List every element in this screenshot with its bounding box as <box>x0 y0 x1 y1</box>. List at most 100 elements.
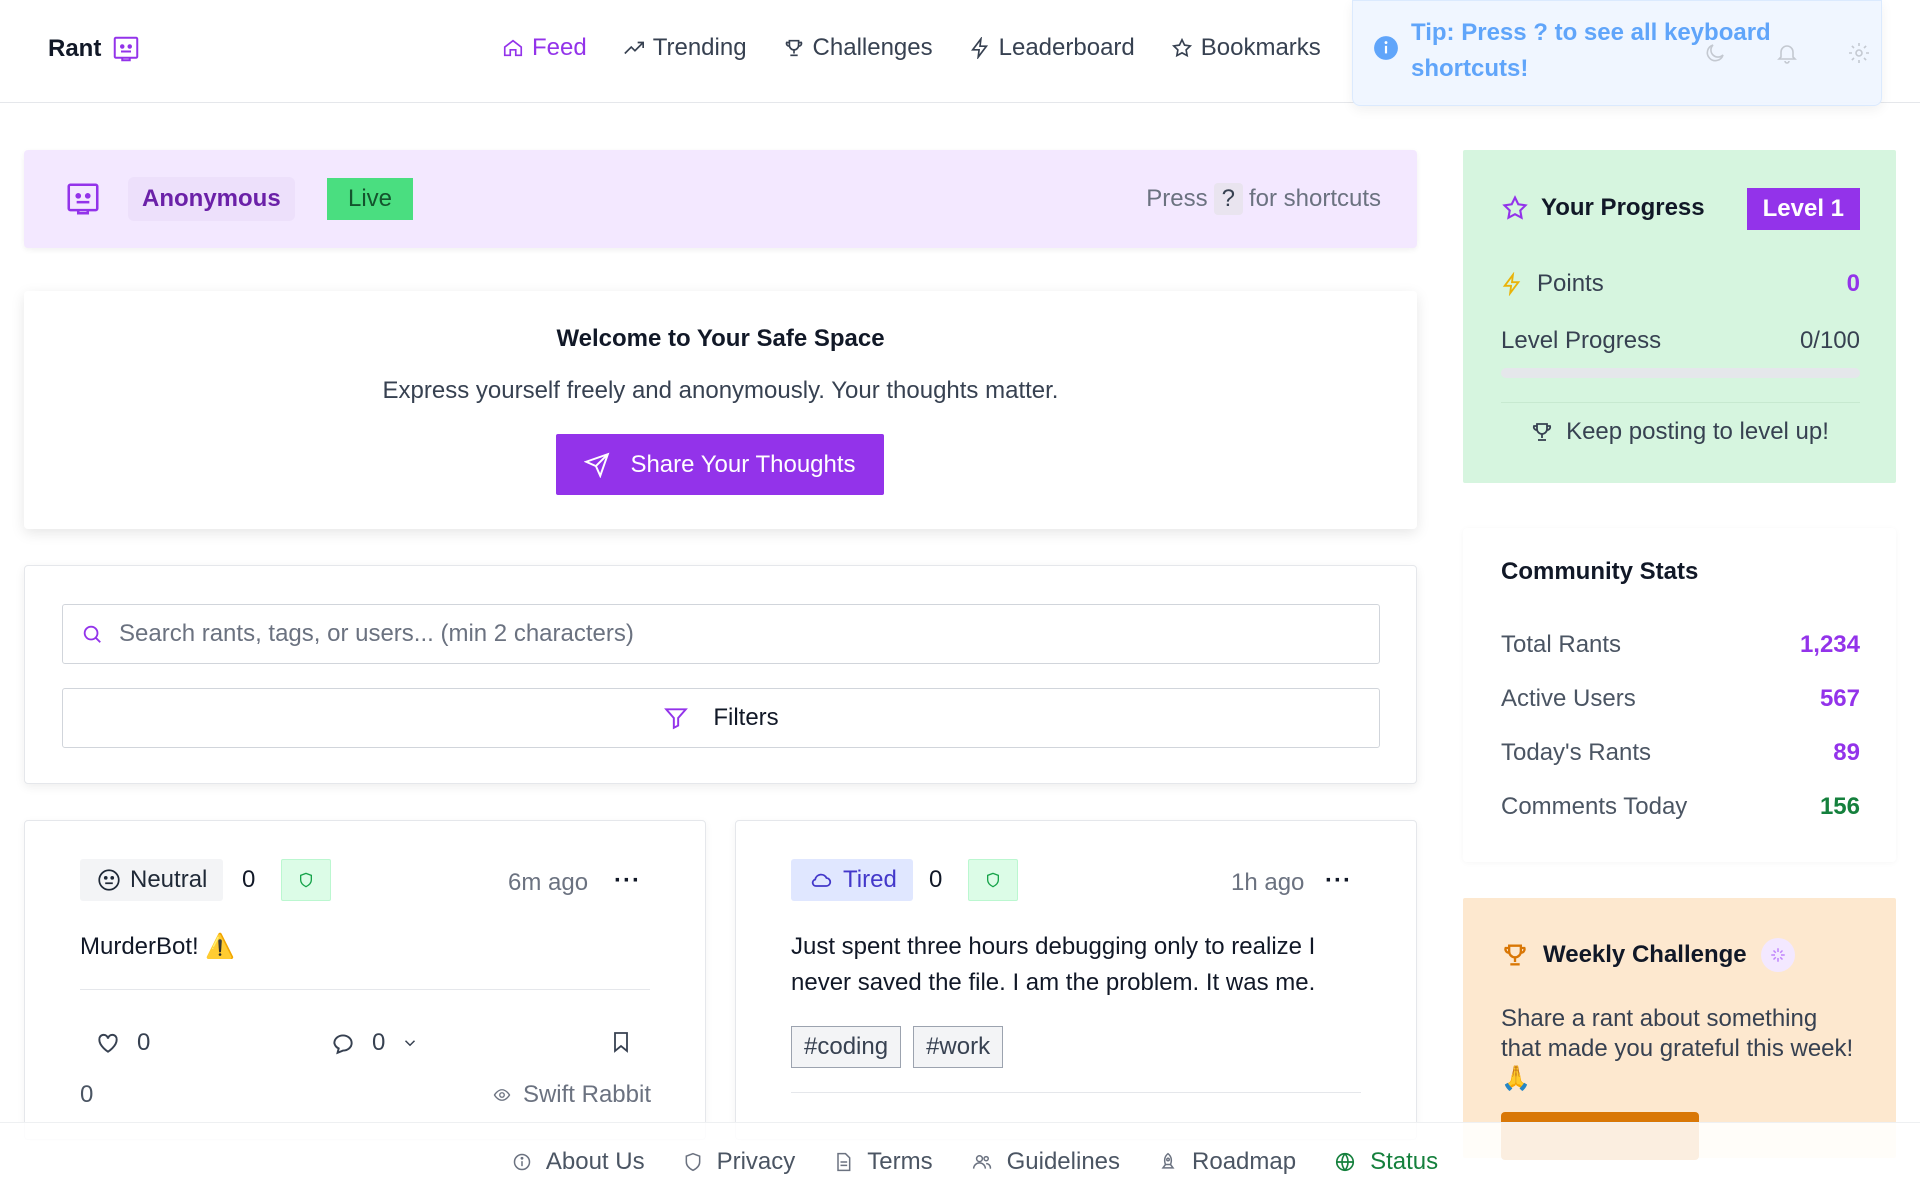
nav-leaderboard[interactable]: Leaderboard <box>969 34 1135 62</box>
footer-link-guidelines[interactable]: Guidelines <box>971 1148 1120 1176</box>
chevron-down-icon[interactable] <box>401 1034 419 1052</box>
sparkle-icon <box>1760 938 1795 972</box>
more-options-button[interactable]: ··· <box>614 867 641 895</box>
search-box <box>62 604 1380 664</box>
stat-row: Active Users 567 <box>1501 685 1860 713</box>
cloud-icon <box>811 873 832 887</box>
like-count: 0 <box>137 1029 151 1056</box>
stat-label: Total Rants <box>1501 631 1622 658</box>
footer: About Us Privacy Terms Guidelines Roadma… <box>0 1122 1920 1200</box>
star-icon <box>1171 37 1192 58</box>
nav-feed-label: Feed <box>532 34 587 61</box>
post-body: MurderBot! ⚠️ <box>80 933 236 960</box>
view-count: 0 <box>80 1081 94 1108</box>
robot-avatar-icon <box>67 183 99 215</box>
hint-key: ? <box>1213 183 1243 215</box>
nav-challenges-label: Challenges <box>812 34 933 61</box>
footer-link-label: Roadmap <box>1192 1147 1297 1175</box>
footer-link-about[interactable]: About Us <box>512 1148 645 1176</box>
mood-label: Neutral <box>130 866 208 893</box>
search-icon <box>83 625 101 643</box>
live-status-badge: Live <box>327 178 413 220</box>
shield-icon <box>987 872 999 888</box>
star-icon <box>1502 195 1528 220</box>
challenge-text: Share a rant about something that made y… <box>1501 1005 1854 1092</box>
like-button[interactable]: 0 <box>95 1029 150 1057</box>
challenge-header: Weekly Challenge <box>1501 938 1795 972</box>
level-progress-bar <box>1501 368 1860 378</box>
filters-label: Filters <box>713 704 779 731</box>
level-progress-row: Level Progress 0/100 <box>1501 327 1860 355</box>
send-icon <box>584 452 610 478</box>
mood-badge[interactable]: Tired <box>791 859 913 901</box>
trending-icon <box>623 41 644 55</box>
bookmark-icon[interactable] <box>609 1029 633 1055</box>
stats-title: Community Stats <box>1501 558 1699 585</box>
nav-bookmarks[interactable]: Bookmarks <box>1171 34 1321 62</box>
safe-shield-badge[interactable] <box>281 859 331 901</box>
shortcut-hint: Press ? for shortcuts <box>1146 183 1381 215</box>
tag-chip[interactable]: #coding <box>791 1026 902 1068</box>
hint-prefix: Press <box>1146 185 1208 212</box>
search-card: Filters <box>24 565 1417 784</box>
bell-icon[interactable] <box>1775 41 1799 65</box>
more-options-button[interactable]: ··· <box>1325 867 1352 895</box>
globe-icon <box>1336 1152 1355 1171</box>
stat-value: 567 <box>1819 685 1860 712</box>
search-input[interactable] <box>119 620 1319 648</box>
points-row: Points 0 <box>1501 270 1860 298</box>
heart-icon <box>98 1033 118 1053</box>
mood-count: 0 <box>242 866 256 893</box>
username[interactable]: Anonymous <box>128 177 295 221</box>
post-time: 1h ago <box>1231 869 1305 896</box>
nav-trending[interactable]: Trending <box>623 34 747 62</box>
nav-feed[interactable]: Feed <box>502 34 587 62</box>
nav-challenges[interactable]: Challenges <box>783 34 933 62</box>
safe-shield-badge[interactable] <box>968 859 1018 901</box>
footer-link-label: Status <box>1370 1147 1439 1175</box>
moon-icon[interactable] <box>1703 41 1727 65</box>
mood-count: 0 <box>929 866 943 893</box>
info-icon <box>513 1153 531 1170</box>
footer-link-status[interactable]: Status <box>1334 1148 1438 1176</box>
mood-badge[interactable]: Neutral <box>80 859 224 901</box>
comments-button[interactable]: 0 <box>330 1029 419 1057</box>
points-value: 0 <box>1846 270 1860 297</box>
footer-link-terms[interactable]: Terms <box>833 1148 933 1176</box>
file-icon <box>837 1152 851 1171</box>
progress-divider <box>1501 402 1860 403</box>
nav-leaderboard-label: Leaderboard <box>998 34 1135 61</box>
trophy-icon <box>785 39 802 57</box>
progress-title: Your Progress <box>1541 194 1705 221</box>
comment-count: 0 <box>372 1029 386 1056</box>
filters-button[interactable]: Filters <box>62 688 1380 748</box>
main-nav: Feed Trending Challenges Leaderboard Boo… <box>502 34 1321 62</box>
progress-card: Your Progress Level 1 Points 0 Level Pro… <box>1463 150 1896 483</box>
top-navigation: Rant Feed Trending Challenges Leaderboar… <box>0 0 1920 106</box>
brand-logo[interactable]: Rant <box>48 34 141 64</box>
tag-chip[interactable]: #work <box>913 1026 1004 1068</box>
stat-value: 89 <box>1833 739 1860 766</box>
share-thoughts-button[interactable]: Share Your Thoughts <box>556 434 884 495</box>
post-divider <box>791 1092 1361 1093</box>
footer-link-label: Privacy <box>716 1147 796 1175</box>
comment-icon <box>333 1034 353 1055</box>
tip-toast: Tip: Press ? to see all keyboard shortcu… <box>1352 0 1882 106</box>
gear-icon[interactable] <box>1847 41 1871 65</box>
progress-footer: Keep posting to level up! <box>1463 418 1896 446</box>
progress-footer-text: Keep posting to level up! <box>1566 418 1829 445</box>
progress-header: Your Progress <box>1501 194 1705 222</box>
trophy-icon <box>1504 944 1526 966</box>
hint-suffix: for shortcuts <box>1248 185 1381 212</box>
weekly-challenge-card: Weekly Challenge Share a rant about some… <box>1463 898 1896 1160</box>
post-author[interactable]: Swift Rabbit <box>493 1081 651 1109</box>
home-icon <box>503 39 523 57</box>
welcome-subtitle: Express yourself freely and anonymously.… <box>382 377 1059 404</box>
zap-icon <box>970 37 988 59</box>
footer-link-roadmap[interactable]: Roadmap <box>1158 1148 1296 1176</box>
user-bar: Anonymous Live Press ? for shortcuts <box>24 150 1417 248</box>
stat-label: Today's Rants <box>1501 739 1651 766</box>
brand-name: Rant <box>48 35 102 62</box>
footer-link-privacy[interactable]: Privacy <box>683 1147 796 1176</box>
nav-bookmarks-label: Bookmarks <box>1200 34 1321 61</box>
